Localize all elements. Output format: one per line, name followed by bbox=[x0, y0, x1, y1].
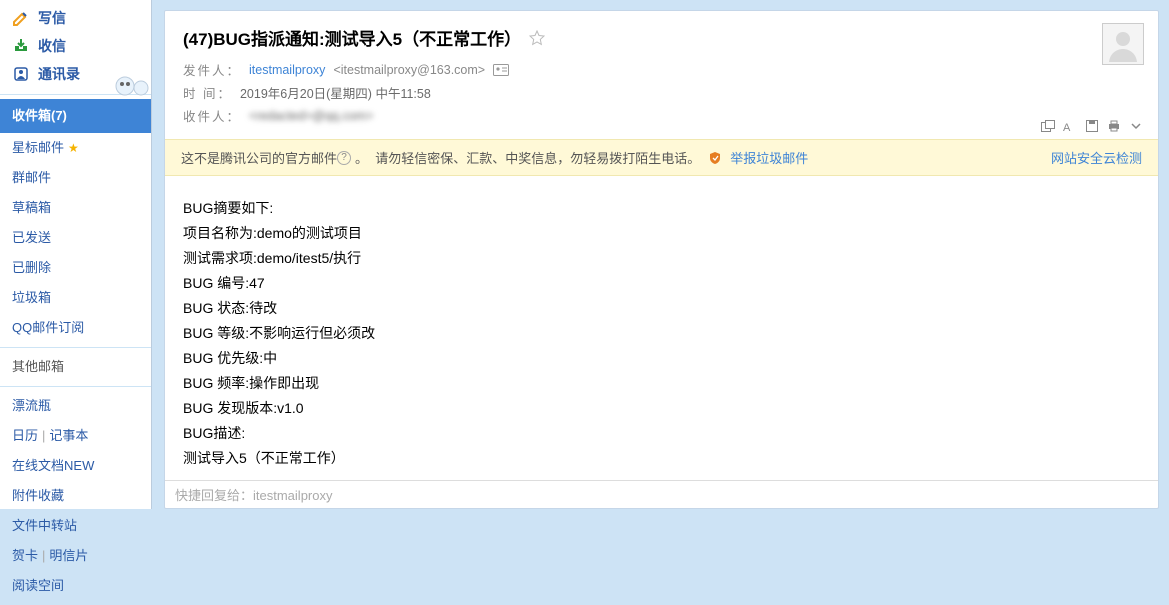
sender-avatar[interactable] bbox=[1102, 23, 1144, 65]
body-line: BUG 优先级:中 bbox=[183, 346, 1140, 370]
sidebar-item-attach-fav[interactable]: 附件收藏 bbox=[0, 481, 151, 511]
body-line: 测试导入5（不正常工作） bbox=[183, 446, 1140, 470]
to-value: <redacted>@qq.com> bbox=[249, 109, 373, 123]
time-value: 2019年6月20日(星期四) 中午11:58 bbox=[240, 83, 431, 102]
body-line: BUG 发现版本:v1.0 bbox=[183, 396, 1140, 420]
mail-meta: 发件人： itestmailproxy <itestmailproxy@163.… bbox=[183, 60, 1140, 125]
new-window-icon[interactable] bbox=[1040, 119, 1056, 133]
mail-to-row: 收件人： <redacted>@qq.com> bbox=[183, 106, 1140, 125]
sidebar-item-subscribe[interactable]: QQ邮件订阅 bbox=[0, 313, 151, 343]
mail-from-row: 发件人： itestmailproxy <itestmailproxy@163.… bbox=[183, 60, 1140, 79]
sidebar-item-calendar[interactable]: 日历|记事本 bbox=[0, 421, 151, 451]
inbox-icon bbox=[12, 38, 30, 54]
sidebar-item-starred[interactable]: 星标邮件★ bbox=[0, 133, 151, 163]
sidebar-item-readspace[interactable]: 阅读空间 bbox=[0, 571, 151, 601]
new-badge: NEW bbox=[64, 458, 94, 473]
sidebar-item-cards[interactable]: 贺卡|明信片 bbox=[0, 541, 151, 571]
compose-icon bbox=[12, 10, 30, 26]
font-size-icon[interactable]: A bbox=[1062, 119, 1078, 133]
sidebar-item-inbox[interactable]: 收件箱(7) bbox=[0, 99, 151, 133]
warning-text-2: 请勿轻信密保、汇款、中奖信息，勿轻易拨打陌生电话。 bbox=[375, 148, 700, 167]
sidebar-other: 其他邮箱 bbox=[0, 348, 151, 387]
sidebar-primary-actions: 写信 收信 通讯录 bbox=[0, 4, 151, 95]
report-spam-link[interactable]: 举报垃圾邮件 bbox=[730, 148, 808, 167]
contacts-icon bbox=[12, 66, 30, 82]
body-line: BUG 等级:不影响运行但必须改 bbox=[183, 321, 1140, 345]
quick-reply-recipient: itestmailproxy bbox=[253, 488, 332, 503]
body-line: BUG摘要如下: bbox=[183, 196, 1140, 220]
body-line: BUG 频率:操作即出现 bbox=[183, 371, 1140, 395]
sidebar-item-docs[interactable]: 在线文档NEW bbox=[0, 451, 151, 481]
contact-card-icon[interactable] bbox=[493, 64, 509, 76]
header-toolbar: A bbox=[1040, 119, 1144, 133]
chevron-down-icon[interactable] bbox=[1128, 119, 1144, 133]
sidebar-folders: 收件箱(7) 星标邮件★ 群邮件 草稿箱 已发送 已删除 垃圾箱 QQ邮件订阅 bbox=[0, 95, 151, 348]
receive-button[interactable]: 收信 bbox=[0, 32, 151, 60]
svg-text:A: A bbox=[1063, 122, 1071, 132]
sidebar-item-sent[interactable]: 已发送 bbox=[0, 223, 151, 253]
sidebar-item-drafts[interactable]: 草稿箱 bbox=[0, 193, 151, 223]
mail-panel: (47)BUG指派通知:测试导入5（不正常工作） 发件人： itestmailp… bbox=[164, 10, 1159, 509]
star-outline-icon[interactable] bbox=[529, 30, 545, 46]
quick-reply-placeholder: 快捷回复给： bbox=[175, 488, 253, 503]
mascot-decoration bbox=[111, 66, 157, 96]
quick-reply-bar[interactable]: 快捷回复给：itestmailproxy bbox=[165, 480, 1158, 508]
sidebar-item-group[interactable]: 群邮件 bbox=[0, 163, 151, 193]
mail-body: BUG摘要如下: 项目名称为:demo的测试项目 测试需求项:demo/ites… bbox=[165, 176, 1158, 480]
sidebar: 写信 收信 通讯录 收件箱(7) 星标邮件★ 群邮件 草稿箱 已发送 已删除 垃… bbox=[0, 0, 152, 509]
body-line: BUG 状态:待改 bbox=[183, 296, 1140, 320]
star-icon: ★ bbox=[68, 141, 79, 155]
compose-label: 写信 bbox=[38, 8, 66, 28]
mail-header: (47)BUG指派通知:测试导入5（不正常工作） 发件人： itestmailp… bbox=[165, 11, 1158, 139]
from-label: 发件人： bbox=[183, 60, 241, 79]
from-name[interactable]: itestmailproxy bbox=[249, 63, 325, 77]
from-email: <itestmailproxy@163.com> bbox=[333, 63, 485, 77]
sidebar-extras: 漂流瓶 日历|记事本 在线文档NEW 附件收藏 文件中转站 贺卡|明信片 阅读空… bbox=[0, 387, 151, 605]
shield-icon bbox=[708, 151, 722, 165]
save-icon[interactable] bbox=[1084, 119, 1100, 133]
security-check-link[interactable]: 网站安全云检测 bbox=[1051, 148, 1142, 167]
print-icon[interactable] bbox=[1106, 119, 1122, 133]
to-label: 收件人： bbox=[183, 106, 241, 125]
body-line: BUG描述: bbox=[183, 421, 1140, 445]
body-line: BUG 编号:47 bbox=[183, 271, 1140, 295]
sidebar-item-drift[interactable]: 漂流瓶 bbox=[0, 391, 151, 421]
help-icon[interactable]: ? bbox=[337, 151, 351, 165]
time-label: 时 间： bbox=[183, 83, 232, 102]
contacts-label: 通讯录 bbox=[38, 64, 80, 84]
mail-subject: (47)BUG指派通知:测试导入5（不正常工作） bbox=[183, 25, 1140, 50]
warning-text-1: 这不是腾讯公司的官方邮件 bbox=[181, 148, 337, 167]
warning-bar: 这不是腾讯公司的官方邮件 ? 。 请勿轻信密保、汇款、中奖信息，勿轻易拨打陌生电… bbox=[165, 139, 1158, 176]
body-line: 项目名称为:demo的测试项目 bbox=[183, 221, 1140, 245]
sidebar-item-trash[interactable]: 垃圾箱 bbox=[0, 283, 151, 313]
body-line: 测试需求项:demo/itest5/执行 bbox=[183, 246, 1140, 270]
mail-time-row: 时 间： 2019年6月20日(星期四) 中午11:58 bbox=[183, 83, 1140, 102]
sidebar-other-header[interactable]: 其他邮箱 bbox=[0, 352, 151, 382]
receive-label: 收信 bbox=[38, 36, 66, 56]
sidebar-item-file-transfer[interactable]: 文件中转站 bbox=[0, 511, 151, 541]
sidebar-item-deleted[interactable]: 已删除 bbox=[0, 253, 151, 283]
main-content: (47)BUG指派通知:测试导入5（不正常工作） 发件人： itestmailp… bbox=[152, 0, 1169, 509]
compose-button[interactable]: 写信 bbox=[0, 4, 151, 32]
